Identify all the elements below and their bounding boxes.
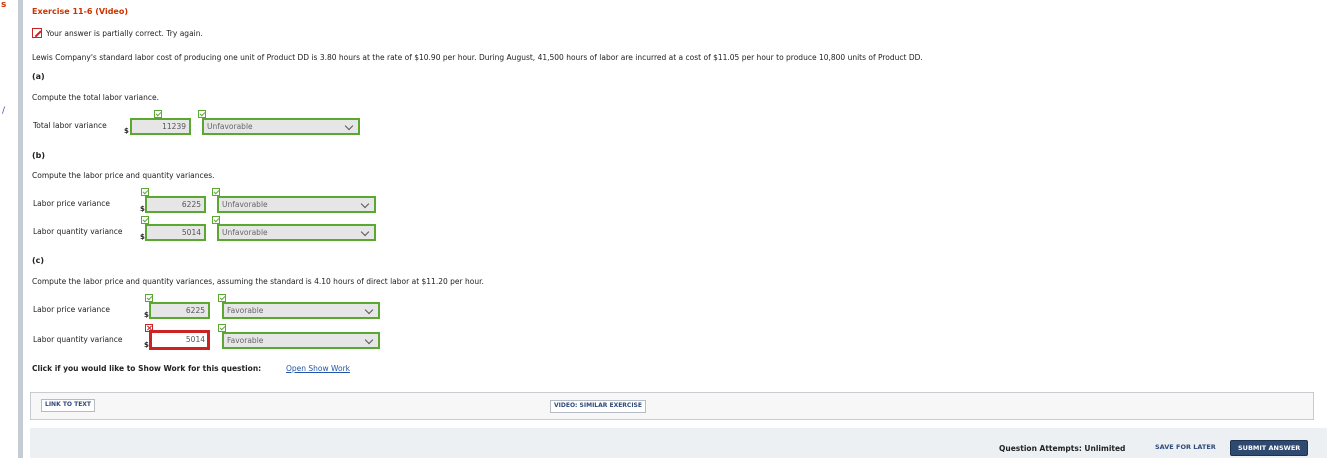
part-a-label: (a) [32, 72, 45, 81]
labor-quantity-variance-c-label: Labor quantity variance [33, 335, 123, 344]
correct-check-icon [141, 188, 149, 196]
part-b-label: (b) [32, 151, 46, 160]
submit-answer-button[interactable]: SUBMIT ANSWER [1231, 441, 1308, 455]
left-gutter: s / [0, 0, 18, 458]
open-show-work-link[interactable]: Open Show Work [286, 364, 350, 373]
selected-value: Favorable [227, 306, 264, 315]
part-b-instruction: Compute the labor price and quantity var… [32, 171, 215, 180]
resource-links-bar: LINK TO TEXT VIDEO: SIMILAR EXERCISE [30, 392, 1314, 420]
chevron-down-icon [360, 199, 370, 209]
question-panel: Exercise 11-6 (Video) Your answer is par… [24, 0, 1327, 458]
labor-price-variance-label: Labor price variance [33, 199, 110, 208]
correct-check-icon [141, 216, 149, 224]
problem-statement: Lewis Company's standard labor cost of p… [32, 53, 923, 62]
link-to-text-button[interactable]: LINK TO TEXT [41, 399, 96, 412]
chevron-down-icon [364, 335, 374, 345]
total-labor-variance-select[interactable]: Unfavorable [202, 118, 360, 135]
labor-quantity-variance-c-input[interactable]: 5014 [149, 330, 210, 350]
part-c-instruction: Compute the labor price and quantity var… [32, 277, 484, 286]
labor-price-variance-c-select[interactable]: Favorable [222, 302, 380, 319]
chevron-down-icon [364, 305, 374, 315]
labor-quantity-variance-c-select[interactable]: Favorable [222, 332, 380, 349]
gutter-mark: s [1, 0, 7, 10]
correct-check-icon [212, 188, 220, 196]
chevron-down-icon [344, 121, 354, 131]
labor-quantity-variance-label: Labor quantity variance [33, 227, 123, 236]
selected-value: Favorable [227, 336, 264, 345]
correct-check-icon [198, 110, 206, 118]
part-a-instruction: Compute the total labor variance. [32, 93, 159, 102]
selected-value: Unfavorable [222, 200, 268, 209]
selected-value: Unfavorable [207, 122, 253, 131]
show-work-prompt: Click if you would like to Show Work for… [32, 364, 262, 373]
correct-check-icon [218, 294, 226, 302]
labor-price-variance-c-input[interactable]: 6225 [149, 302, 210, 319]
correct-check-icon [218, 324, 226, 332]
labor-quantity-variance-input[interactable]: 5014 [145, 224, 206, 241]
correct-check-icon [145, 294, 153, 302]
total-labor-variance-label: Total labor variance [33, 121, 107, 130]
answer-status-text: Your answer is partially correct. Try ag… [46, 28, 203, 38]
currency-symbol: $ [124, 127, 129, 135]
selected-value: Unfavorable [222, 228, 268, 237]
exercise-title: Exercise 11-6 (Video) [32, 7, 129, 16]
partially-correct-icon [32, 28, 42, 38]
answer-status: Your answer is partially correct. Try ag… [32, 28, 203, 38]
chevron-down-icon [360, 227, 370, 237]
labor-price-variance-c-label: Labor price variance [33, 305, 110, 314]
footer-bar [30, 428, 1327, 458]
labor-quantity-variance-select[interactable]: Unfavorable [217, 224, 376, 241]
part-c-label: (c) [32, 256, 45, 265]
video-similar-exercise-button[interactable]: VIDEO: SIMILAR EXERCISE [550, 400, 646, 413]
labor-price-variance-input[interactable]: 6225 [145, 196, 206, 213]
total-labor-variance-input[interactable]: 11239 [130, 118, 191, 135]
correct-check-icon [212, 216, 220, 224]
correct-check-icon [154, 110, 162, 118]
save-for-later-button[interactable]: SAVE FOR LATER [1152, 441, 1219, 454]
question-attempts: Question Attempts: Unlimited [999, 444, 1126, 453]
labor-price-variance-select[interactable]: Unfavorable [217, 196, 376, 213]
left-divider [18, 0, 23, 458]
gutter-slash: / [2, 106, 6, 116]
